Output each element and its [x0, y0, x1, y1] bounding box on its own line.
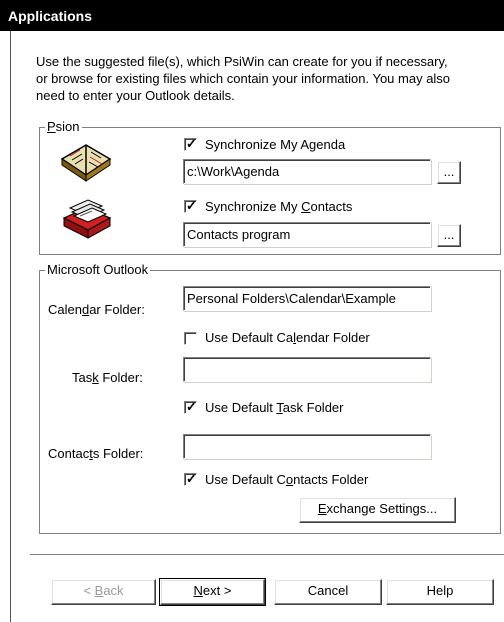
agenda-browse-button[interactable]: ... — [437, 161, 461, 184]
default-calendar-checkbox[interactable] — [184, 332, 197, 345]
default-task-label[interactable]: Use Default Task Folder — [205, 400, 344, 415]
outlook-legend: Microsoft Outlook — [45, 262, 151, 277]
window-title: Applications — [8, 8, 93, 24]
checkmark-icon: ✓ — [186, 399, 197, 414]
sync-agenda-label[interactable]: Synchronize My Agenda — [205, 137, 345, 152]
task-folder-label: Task Folder: — [72, 370, 143, 385]
window-left-border — [10, 31, 11, 622]
contacts-cardfile-icon — [60, 198, 114, 240]
agenda-book-icon — [58, 139, 114, 183]
task-folder-input[interactable] — [183, 357, 431, 382]
calendar-folder-input[interactable]: Personal Folders\Calendar\Example — [183, 286, 431, 311]
contacts-folder-label: Contacts Folder: — [48, 446, 144, 461]
contacts-path-input[interactable]: Contacts program — [183, 222, 431, 247]
contacts-folder-input[interactable] — [183, 434, 431, 459]
footer-separator-highlight — [30, 555, 504, 556]
default-contacts-label[interactable]: Use Default Contacts Folder — [205, 472, 368, 487]
psion-legend: Psion — [45, 119, 82, 134]
contacts-browse-button[interactable]: ... — [437, 224, 461, 247]
default-contacts-checkbox[interactable]: ✓ — [184, 471, 197, 486]
exchange-settings-button[interactable]: Exchange Settings... — [299, 497, 456, 523]
title-bar: Applications — [0, 0, 504, 31]
back-button[interactable]: < Back — [51, 579, 156, 605]
checkmark-icon: ✓ — [186, 198, 197, 213]
next-button[interactable]: Next > — [159, 578, 266, 606]
default-calendar-label[interactable]: Use Default Calendar Folder — [205, 330, 370, 345]
default-task-checkbox[interactable]: ✓ — [184, 399, 197, 414]
sync-agenda-checkbox[interactable]: ✓ — [184, 136, 197, 151]
agenda-path-input[interactable]: c:\Work\Agenda — [183, 159, 431, 184]
intro-text: Use the suggested file(s), which PsiWin … — [36, 54, 451, 103]
sync-contacts-label[interactable]: Synchronize My Contacts — [205, 199, 352, 214]
help-button[interactable]: Help — [386, 579, 494, 605]
sync-contacts-checkbox[interactable]: ✓ — [184, 198, 197, 213]
checkmark-icon: ✓ — [186, 136, 197, 151]
checkmark-icon: ✓ — [186, 471, 197, 486]
calendar-folder-label: Calendar Folder: — [48, 302, 145, 317]
cancel-button[interactable]: Cancel — [274, 579, 382, 605]
